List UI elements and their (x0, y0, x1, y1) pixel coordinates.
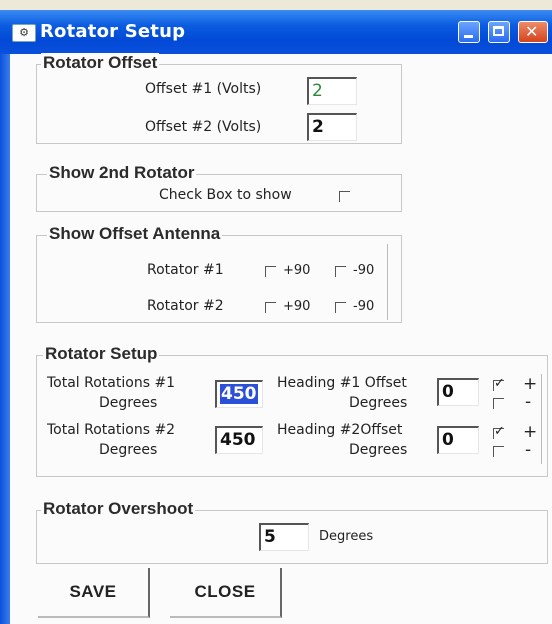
close-window-button[interactable]: ✕ (518, 21, 548, 43)
offset2-label: Offset #2 (Volts) (145, 119, 262, 135)
group-rotator-overshoot: Rotator Overshoot 5 Degrees (36, 499, 548, 564)
total-rotations-2-label: Total Rotations #2 (47, 422, 176, 438)
antenna-row1-plus-label: +90 (283, 263, 311, 278)
offset1-label: Offset #1 (Volts) (145, 81, 262, 97)
close-button[interactable]: CLOSE (170, 568, 282, 618)
group-legend: Show 2nd Rotator (47, 163, 197, 183)
app-icon[interactable]: ⚙ (12, 24, 36, 42)
total-rotations-2-unit: Degrees (99, 442, 158, 458)
window-border (0, 54, 10, 624)
offset2-input[interactable]: 2 (307, 113, 357, 141)
antenna-row2-minus-label: -90 (353, 299, 375, 314)
offset1-input[interactable]: 2 (307, 77, 357, 105)
antenna-row1-label: Rotator #1 (147, 262, 224, 278)
total-rotations-1-label: Total Rotations #1 (47, 375, 176, 391)
heading-1-offset-input[interactable]: 0 (437, 378, 479, 406)
show-2nd-checkbox[interactable] (339, 191, 350, 202)
checkmark-icon: ✓ (494, 376, 505, 391)
antenna-separator (387, 244, 388, 320)
group-show-2nd-rotator: Show 2nd Rotator Check Box to show (36, 163, 402, 212)
heading-2-plus-label: + (523, 422, 538, 442)
total-rotations-2-input[interactable]: 450 (215, 426, 263, 454)
group-legend: Show Offset Antenna (47, 224, 223, 244)
minimize-icon (464, 35, 473, 38)
client-area: Rotator Offset Offset #1 (Volts) 2 Offse… (10, 53, 552, 624)
heading-2-offset-label: Heading #2Offset (277, 422, 403, 438)
heading-2-plus-checkbox[interactable]: ✓ (493, 424, 505, 439)
heading-2-offset-unit: Degrees (349, 442, 408, 458)
antenna-row2-minus-checkbox[interactable] (335, 302, 346, 313)
group-show-offset-antenna: Show Offset Antenna Rotator #1 +90 -90 R… (36, 224, 402, 323)
antenna-row2-plus-checkbox[interactable] (265, 302, 276, 313)
maximize-button[interactable] (488, 21, 510, 43)
rotator-setup-window: ⚙ Rotator Setup ✕ Rotator Offset Offset … (0, 0, 552, 624)
heading-2-minus-label: - (525, 440, 532, 460)
antenna-row2-plus-label: +90 (283, 299, 311, 314)
antenna-row2-label: Rotator #2 (147, 298, 224, 314)
heading-1-plus-checkbox[interactable]: ✓ (493, 376, 505, 391)
overshoot-input[interactable]: 5 (259, 523, 309, 551)
total-rotations-1-value: 450 (220, 384, 258, 404)
heading-2-minus-checkbox[interactable] (493, 446, 504, 457)
antenna-row1-minus-label: -90 (353, 263, 375, 278)
setup-separator (541, 374, 542, 464)
window-title: Rotator Setup (40, 21, 186, 42)
minimize-button[interactable] (458, 21, 480, 43)
group-rotator-offset: Rotator Offset Offset #1 (Volts) 2 Offse… (36, 53, 402, 144)
antenna-row1-minus-checkbox[interactable] (335, 266, 346, 277)
group-legend: Rotator Overshoot (41, 499, 196, 519)
heading-2-offset-input[interactable]: 0 (437, 426, 479, 454)
total-rotations-1-unit: Degrees (99, 395, 158, 411)
antenna-row1-plus-checkbox[interactable] (265, 266, 276, 277)
heading-1-offset-label: Heading #1 Offset (277, 375, 407, 391)
group-legend: Rotator Offset (41, 53, 160, 73)
heading-1-plus-label: + (523, 374, 538, 394)
checkmark-icon: ✓ (494, 424, 505, 439)
heading-1-offset-unit: Degrees (349, 395, 408, 411)
show-2nd-label: Check Box to show (159, 187, 292, 203)
group-rotator-setup: Rotator Setup Total Rotations #1 Degrees… (36, 344, 548, 477)
heading-1-minus-checkbox[interactable] (493, 398, 504, 409)
group-legend: Rotator Setup (43, 344, 160, 364)
title-bar[interactable]: ⚙ Rotator Setup ✕ (0, 10, 552, 54)
close-icon: ✕ (525, 22, 539, 41)
maximize-icon (493, 26, 504, 36)
total-rotations-1-input[interactable]: 450 (215, 380, 263, 408)
heading-1-minus-label: - (525, 392, 532, 412)
overshoot-unit: Degrees (319, 529, 374, 544)
save-button[interactable]: SAVE (38, 568, 150, 618)
